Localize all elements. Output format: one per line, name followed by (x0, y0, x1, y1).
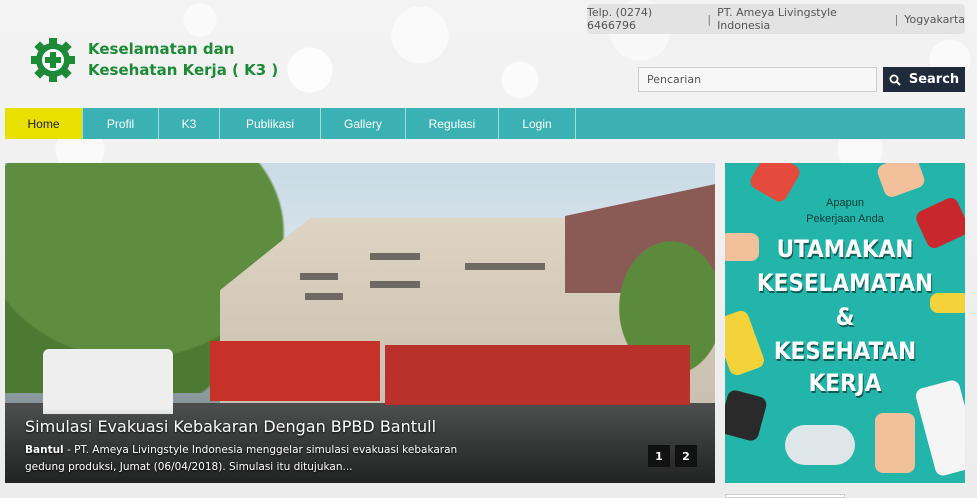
separator: | (707, 12, 712, 26)
logo-text: Keselamatan dan Kesehatan Kerja ( K3 ) (88, 39, 278, 81)
poster-headline-4: KERJA (808, 369, 882, 397)
slide-photo-window (370, 253, 420, 260)
separator: | (894, 12, 899, 26)
main-nav: Home Profil K3 Publikasi Gallery Regulas… (5, 108, 965, 139)
search-input[interactable] (638, 67, 877, 92)
contact-bar: Telp. (0274) 6466796 | PT. Ameya Livings… (587, 4, 965, 34)
slider-page-1[interactable]: 1 (648, 445, 670, 467)
nav-k3[interactable]: K3 (159, 108, 220, 139)
site-logo[interactable]: Keselamatan dan Kesehatan Kerja ( K3 ) (28, 37, 278, 83)
logo-line-1: Keselamatan dan (88, 40, 235, 58)
poster-headline-amp: & (835, 303, 855, 331)
slide-photo-firetruck (210, 341, 380, 401)
nav-home[interactable]: Home (5, 108, 83, 139)
nav-regulasi[interactable]: Regulasi (406, 108, 499, 139)
phone-text: Telp. (0274) 6466796 (587, 6, 653, 32)
poster-hand-decoration (875, 413, 915, 473)
slide-photo-window (305, 293, 343, 300)
nav-publikasi[interactable]: Publikasi (220, 108, 321, 139)
gear-cross-icon (31, 38, 75, 82)
slide-photo-window (370, 281, 420, 288)
poster-line-1: Apapun (826, 197, 864, 209)
nav-profil[interactable]: Profil (83, 108, 159, 139)
search-icon (889, 74, 901, 86)
slider-page-2[interactable]: 2 (675, 445, 697, 467)
poster-headline-1: UTAMAKAN (776, 235, 914, 263)
news-slider[interactable]: Simulasi Evakuasi Kebakaran Dengan BPBD … (5, 163, 715, 483)
nav-gallery[interactable]: Gallery (321, 108, 406, 139)
k3-poster[interactable]: Apapun Pekerjaan Anda UTAMAKAN KESELAMAT… (725, 163, 965, 483)
slide-photo-firetruck (385, 345, 690, 405)
search-button[interactable]: Search (883, 67, 965, 92)
poster-wrench-decoration (785, 425, 855, 465)
poster-headline-2: KESELAMATAN (756, 269, 934, 297)
slide-description: Bantul - PT. Ameya Livingstyle Indonesia… (25, 442, 475, 476)
city-text: Yogyakarta (904, 12, 965, 26)
poster-line-2: Pekerjaan Anda (806, 213, 884, 225)
company-text: PT. Ameya Livingstyle Indonesia (717, 6, 837, 32)
search-button-label: Search (908, 72, 960, 87)
slide-photo-ambulance (43, 349, 173, 414)
poster-hand-decoration (875, 163, 927, 200)
bottom-widget-edge (725, 494, 845, 498)
slide-photo-window (300, 273, 338, 280)
slide-photo-window (465, 263, 545, 270)
slide-title[interactable]: Simulasi Evakuasi Kebakaran Dengan BPBD … (25, 417, 436, 436)
slide-desc-text: - PT. Ameya Livingstyle Indonesia mengge… (25, 444, 458, 473)
logo-line-2: Kesehatan Kerja ( K3 ) (88, 61, 279, 79)
slide-desc-place: Bantul (25, 444, 64, 456)
poster-headline-3: KESEHATAN (773, 337, 917, 365)
slider-pager: 1 2 (648, 445, 697, 467)
nav-login[interactable]: Login (499, 108, 576, 139)
